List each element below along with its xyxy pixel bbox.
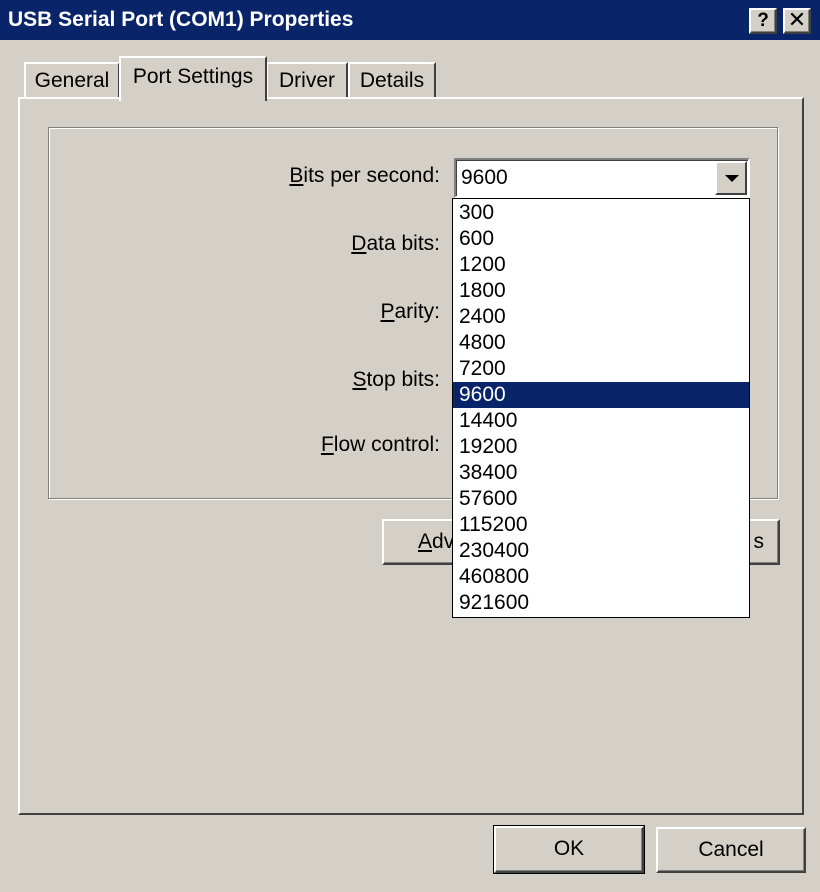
list-item[interactable]: 19200 — [453, 434, 749, 460]
question-mark-icon: ? — [757, 10, 769, 31]
tab-general[interactable]: General — [24, 62, 120, 99]
cancel-button[interactable]: Cancel — [656, 827, 806, 873]
list-item[interactable]: 7200 — [453, 356, 749, 382]
close-button[interactable]: ✕ — [783, 8, 811, 34]
tab-driver[interactable]: Driver — [266, 62, 348, 99]
list-item[interactable]: 460800 — [453, 564, 749, 590]
window-title: USB Serial Port (COM1) Properties — [8, 8, 354, 31]
flow-control-label: Flow control: — [320, 433, 440, 456]
advanced-button-label-tail: s — [753, 530, 765, 553]
tab-details[interactable]: Details — [348, 62, 436, 99]
list-item[interactable]: 14400 — [453, 408, 749, 434]
bits-per-second-combobox[interactable]: 9600 — [454, 158, 750, 198]
list-item[interactable]: 1200 — [453, 252, 749, 278]
list-item[interactable]: 600 — [453, 226, 749, 252]
advanced-button-label: Adv — [418, 530, 455, 553]
data-bits-label: Data bits: — [351, 232, 440, 255]
dropdown-arrow-button[interactable] — [715, 161, 747, 195]
tab-port-settings[interactable]: Port Settings — [119, 56, 267, 101]
list-item[interactable]: 57600 — [453, 486, 749, 512]
list-item[interactable]: 1800 — [453, 278, 749, 304]
list-item-selected[interactable]: 9600 — [453, 382, 749, 408]
list-item[interactable]: 300 — [453, 200, 749, 226]
title-bar: USB Serial Port (COM1) Properties ? ✕ — [0, 0, 820, 40]
parity-label: Parity: — [380, 300, 440, 323]
list-item[interactable]: 4800 — [453, 330, 749, 356]
stop-bits-label: Stop bits: — [352, 368, 440, 391]
list-item[interactable]: 2400 — [453, 304, 749, 330]
help-button[interactable]: ? — [749, 8, 777, 34]
list-item[interactable]: 230400 — [453, 538, 749, 564]
list-item[interactable]: 115200 — [453, 512, 749, 538]
close-icon: ✕ — [787, 7, 807, 32]
bits-per-second-label: Bits per second: — [289, 164, 440, 187]
chevron-down-icon — [725, 175, 739, 182]
bits-per-second-dropdown-list[interactable]: 300 600 1200 1800 2400 4800 7200 9600 14… — [452, 198, 750, 618]
list-item[interactable]: 38400 — [453, 460, 749, 486]
bits-per-second-value: 9600 — [461, 166, 508, 189]
dropdown-options: 300 600 1200 1800 2400 4800 7200 9600 14… — [453, 200, 749, 616]
ok-button[interactable]: OK — [493, 825, 645, 874]
list-item[interactable]: 921600 — [453, 590, 749, 616]
